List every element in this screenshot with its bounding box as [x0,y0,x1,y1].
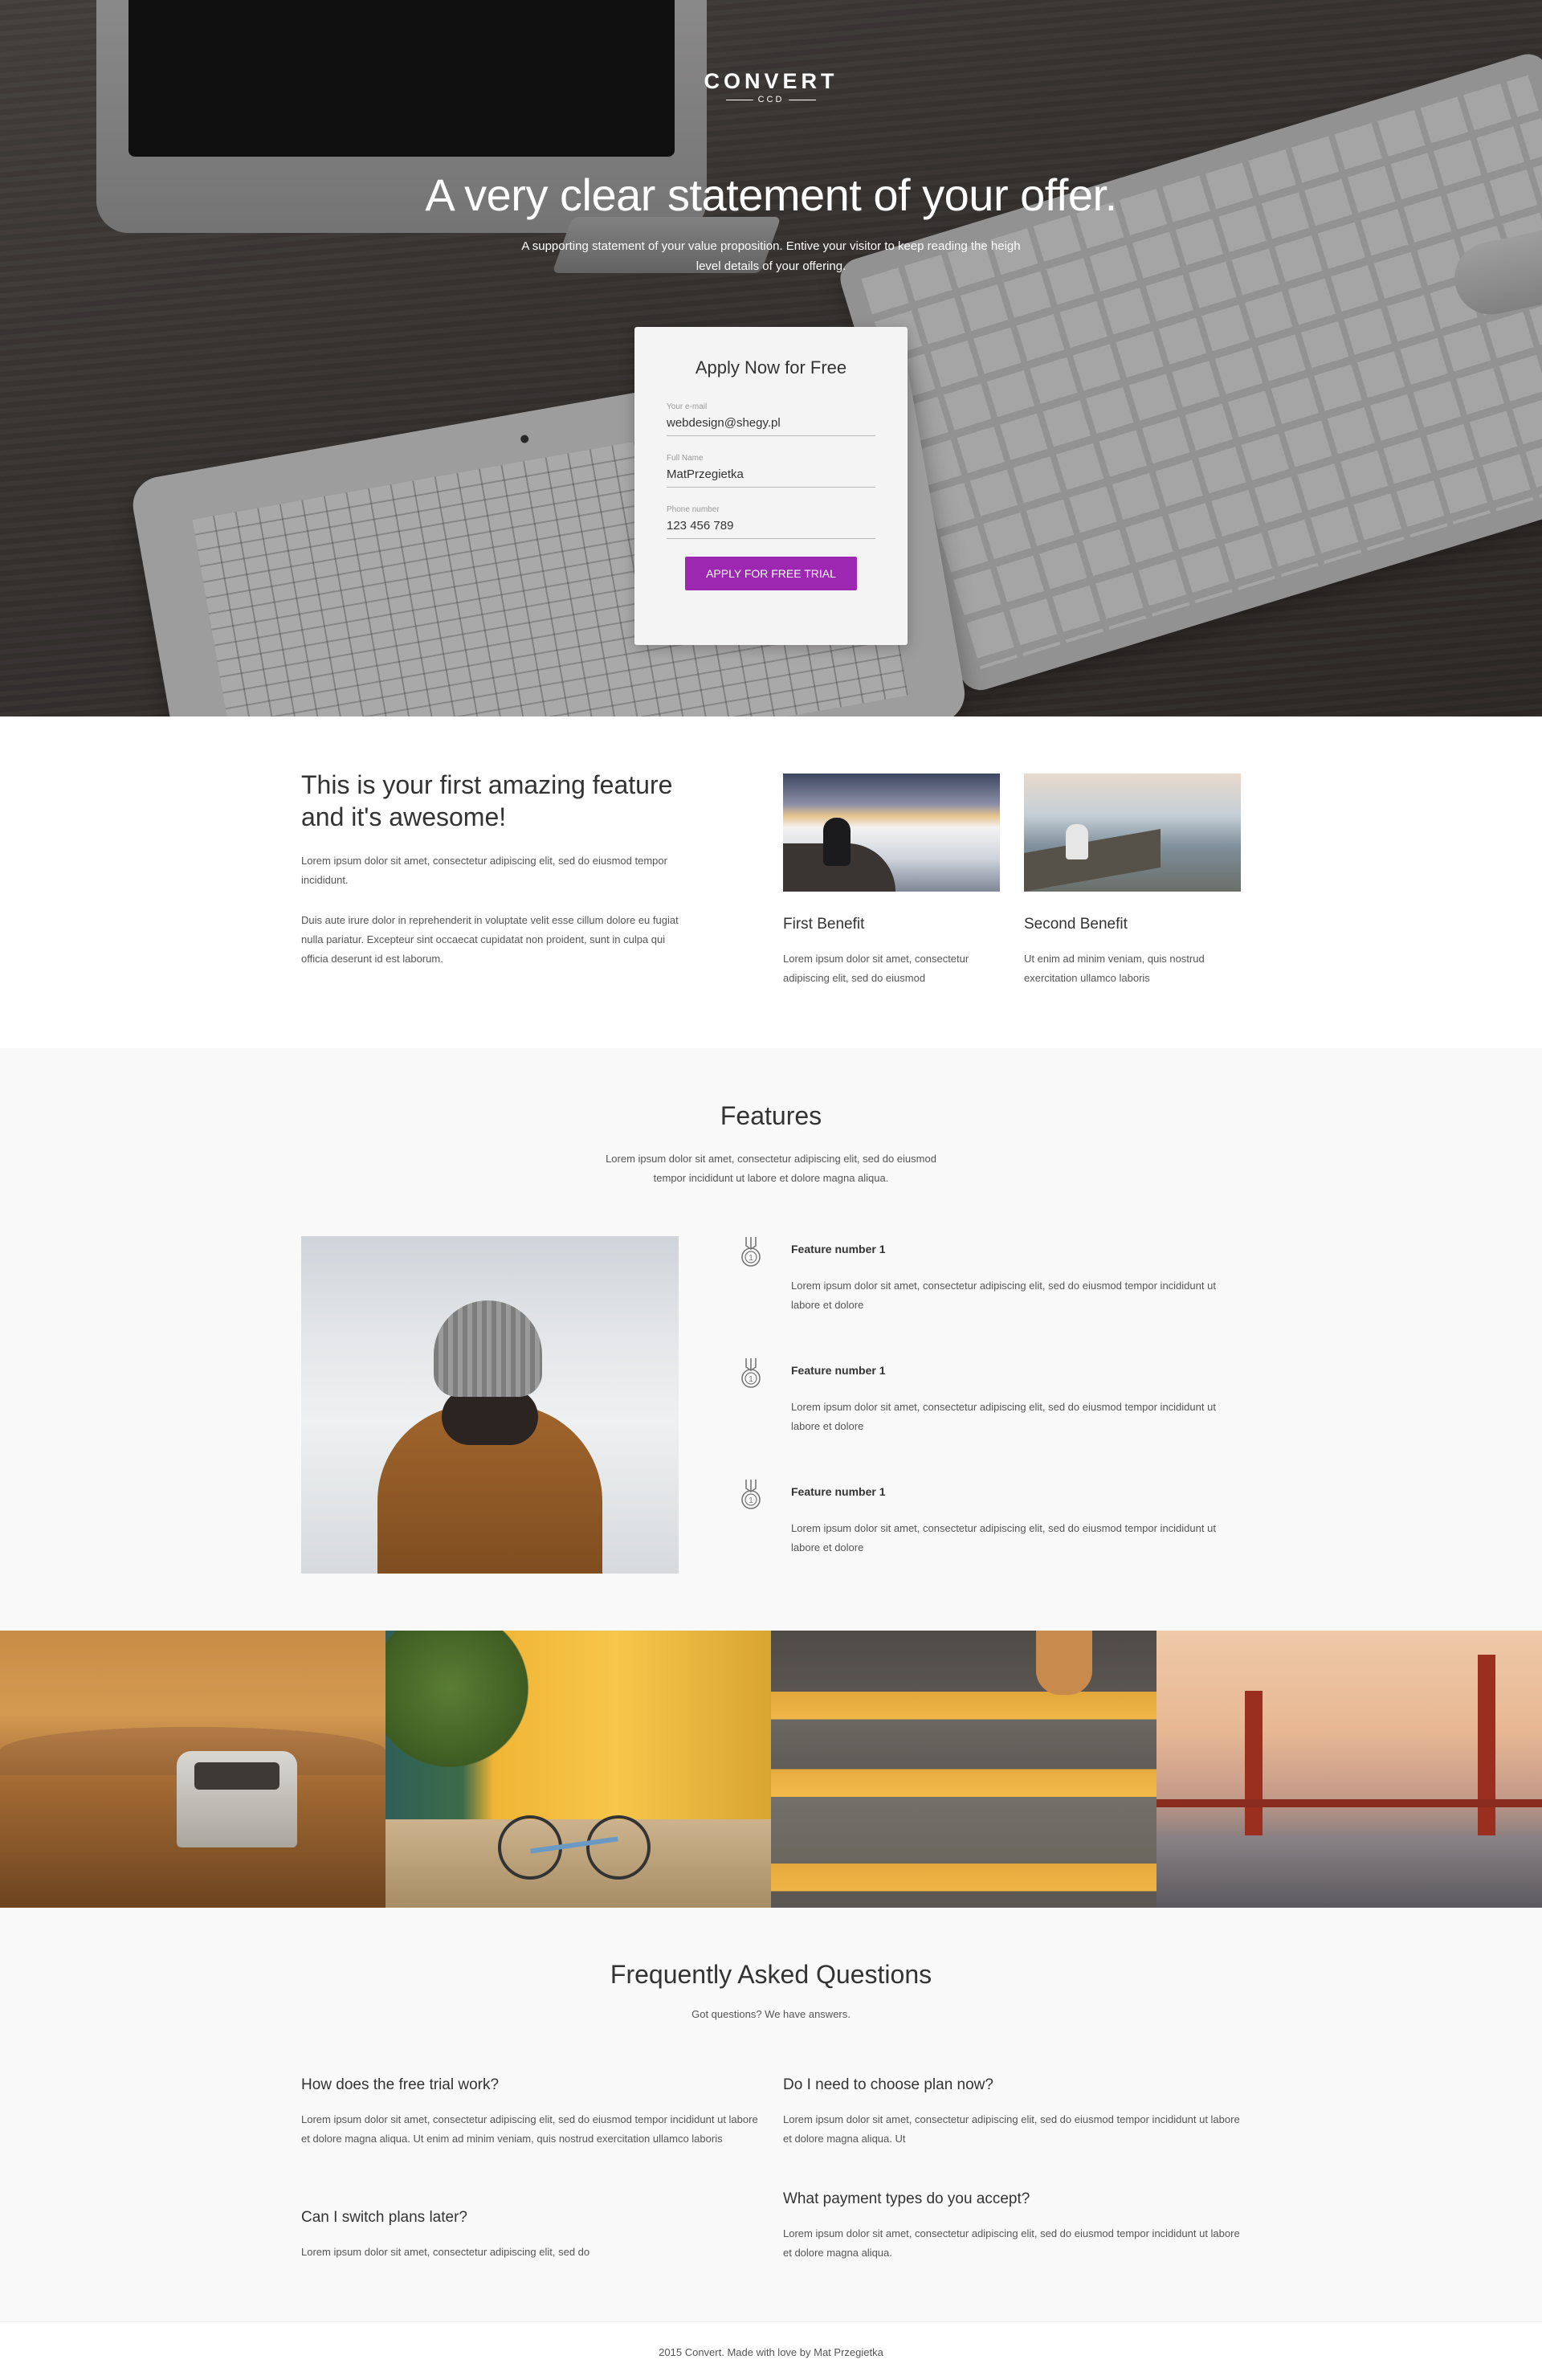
faq-question-2: Do I need to choose plan now? [783,2076,993,2093]
photo-gallery [0,1631,1542,1908]
email-field[interactable] [667,414,875,436]
features-title: Features [720,1101,822,1130]
phone-field[interactable] [667,517,875,539]
feature-2-text: Lorem ipsum dolor sit amet, consectetur … [791,1401,1216,1432]
svg-text:1: 1 [749,1496,753,1505]
benefit-1-text: Lorem ipsum dolor sit amet, consectetur … [783,953,969,984]
benefit-2-text: Ut enim ad minim veniam, quis nostrud ex… [1024,953,1205,984]
feature-3-text: Lorem ipsum dolor sit amet, consectetur … [791,1522,1216,1553]
apply-button[interactable]: APPLY FOR FREE TRIAL [685,557,857,590]
faq-question-3: Can I switch plans later? [301,2209,467,2226]
faq-answer-1: Lorem ipsum dolor sit amet, consectetur … [301,2113,758,2145]
faq-item-2: Do I need to choose plan now? Lorem ipsu… [783,2076,1241,2149]
faq-item-1: How does the free trial work? Lorem ipsu… [301,2076,759,2149]
medal-icon: 1 [741,1237,761,1267]
feature-2-title: Feature number 1 [791,1364,886,1377]
full-name-field[interactable] [667,466,875,488]
faq-question-1: How does the free trial work? [301,2076,500,2093]
benefit-2-title: Second Benefit [1024,916,1128,933]
name-field-group: Full Name [667,454,875,488]
gallery-image-van [0,1631,386,1908]
faq-answer-4: Lorem ipsum dolor sit amet, consectetur … [783,2227,1240,2259]
hero-subtitle: A supporting statement of your value pro… [521,239,1021,273]
gallery-image-stripes [771,1631,1156,1908]
faq-answer-2: Lorem ipsum dolor sit amet, consectetur … [783,2113,1240,2145]
gallery-image-bridge [1156,1631,1542,1908]
faq-question-4: What payment types do you accept? [783,2190,1030,2207]
feature-1-text: Lorem ipsum dolor sit amet, consectetur … [791,1280,1216,1311]
medal-icon: 1 [741,1358,761,1388]
logo[interactable]: CONVERT CCD [691,69,851,104]
signup-form: Apply Now for Free Your e-mail Full Name… [634,327,908,645]
form-title: Apply Now for Free [695,357,847,378]
first-feature-title: This is your first amazing feature and i… [301,770,673,831]
feature-1-title: Feature number 1 [791,1243,886,1255]
medal-icon: 1 [741,1480,761,1509]
first-feature-section: This is your first amazing feature and i… [0,716,1542,1048]
hero-section: CONVERT CCD A very clear statement of yo… [0,0,1542,716]
faq-answer-3: Lorem ipsum dolor sit amet, consectetur … [301,2246,590,2258]
phone-label: Phone number [667,505,720,514]
features-section: Features Lorem ipsum dolor sit amet, con… [0,1048,1542,1631]
first-feature-paragraph-1: Lorem ipsum dolor sit amet, consectetur … [301,855,667,886]
features-subtitle: Lorem ipsum dolor sit amet, consectetur … [606,1153,936,1184]
name-label: Full Name [667,454,704,463]
gallery-image-bicycle [386,1631,771,1908]
email-field-group: Your e-mail [667,402,875,436]
features-photo [301,1236,679,1574]
faq-section: Frequently Asked Questions Got questions… [0,1908,1542,2321]
faq-title: Frequently Asked Questions [610,1960,932,1989]
email-label: Your e-mail [667,402,708,411]
feature-3-title: Feature number 1 [791,1485,886,1498]
benefit-1-title: First Benefit [783,916,865,933]
faq-item-3: Can I switch plans later? Lorem ipsum do… [301,2209,759,2262]
benefit-card-1: First Benefit Lorem ipsum dolor sit amet… [783,774,1000,988]
svg-text:1: 1 [749,1254,753,1263]
logo-subline: CCD [691,95,851,104]
hero-title: A very clear statement of your offer. [425,169,1117,220]
footer-copyright: 2015 Convert. Made with love by Mat Prze… [659,2346,883,2358]
first-feature-paragraph-2: Duis aute irure dolor in reprehenderit i… [301,914,679,965]
benefit-1-image [783,774,1000,892]
faq-item-4: What payment types do you accept? Lorem … [783,2190,1241,2263]
faq-subtitle: Got questions? We have answers. [691,2008,851,2020]
benefit-card-2: Second Benefit Ut enim ad minim veniam, … [1024,774,1241,988]
phone-field-group: Phone number [667,505,875,539]
footer: 2015 Convert. Made with love by Mat Prze… [0,2321,1542,2380]
logo-wordmark: CONVERT [704,69,838,93]
svg-text:1: 1 [749,1375,753,1384]
benefit-2-image [1024,774,1241,892]
